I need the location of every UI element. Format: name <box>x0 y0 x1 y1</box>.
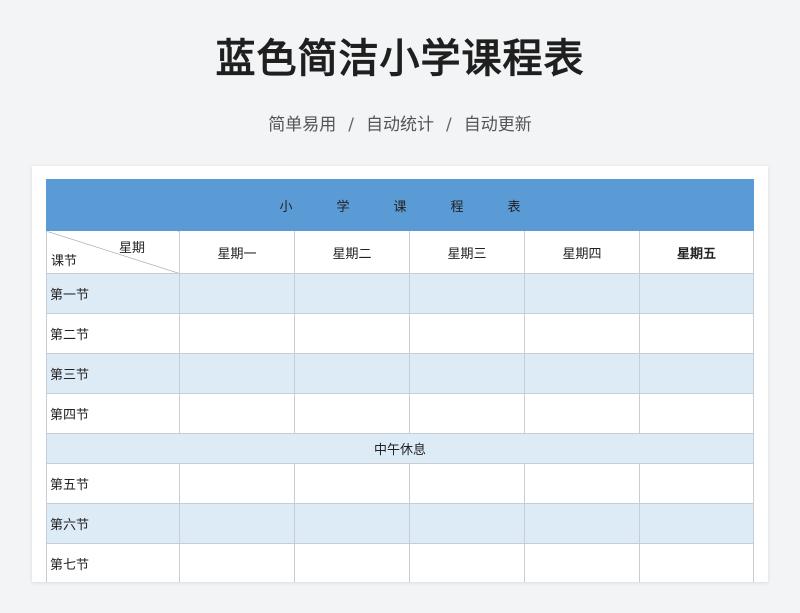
day-header-fri: 星期五 <box>638 230 755 274</box>
schedule-cell[interactable] <box>179 543 295 582</box>
schedule-cell[interactable] <box>179 273 295 314</box>
page-title: 蓝色简洁小学课程表 <box>215 36 585 82</box>
period-label: 第二节 <box>46 313 180 354</box>
schedule-cell[interactable] <box>524 503 640 544</box>
subtitle-item-auto-update: 自动更新 <box>463 115 532 135</box>
period-label: 第一节 <box>46 273 180 314</box>
banner-row: 小学课程表 <box>45 179 755 231</box>
schedule-cell[interactable] <box>179 503 295 544</box>
subtitle-separator: / <box>446 115 452 135</box>
schedule-cell[interactable] <box>638 353 755 394</box>
schedule-cell[interactable] <box>409 503 525 544</box>
schedule-cell[interactable] <box>524 463 640 504</box>
period-label: 第六节 <box>46 503 180 544</box>
schedule-cell[interactable] <box>409 313 525 354</box>
day-header-mon: 星期一 <box>179 230 295 274</box>
schedule-cell[interactable] <box>294 273 410 314</box>
period-row: 第三节 <box>46 353 755 394</box>
period-row: 第一节 <box>46 273 755 314</box>
schedule-cell[interactable] <box>294 503 410 544</box>
schedule-cell[interactable] <box>409 393 525 434</box>
schedule-cell[interactable] <box>638 273 755 314</box>
period-label: 第三节 <box>46 353 180 394</box>
schedule-cell[interactable] <box>524 353 640 394</box>
schedule-cell[interactable] <box>294 463 410 504</box>
period-label: 第四节 <box>46 393 180 434</box>
period-row: 第二节 <box>46 313 755 354</box>
banner-char: 课 <box>393 199 407 215</box>
schedule-cell[interactable] <box>409 273 525 314</box>
period-label: 第五节 <box>46 463 180 504</box>
schedule-cell[interactable] <box>409 463 525 504</box>
schedule-cell[interactable] <box>294 543 410 582</box>
schedule-cell[interactable] <box>179 313 295 354</box>
period-row: 第四节 <box>46 393 755 434</box>
schedule-cell[interactable] <box>638 313 755 354</box>
schedule-cell[interactable] <box>294 393 410 434</box>
schedule-cell[interactable] <box>409 543 525 582</box>
lunch-break-label: 中午休息 <box>45 433 755 464</box>
schedule-table: 小 学 课 程 表 星期 课节 星期一 星期二 星期三 星期四 星期五 第一节 第二节 <box>45 179 755 582</box>
banner-char: 学 <box>336 199 350 215</box>
period-row: 第六节 <box>46 503 755 544</box>
header-row: 星期 课节 星期一 星期二 星期三 星期四 星期五 <box>46 230 755 274</box>
subtitle-separator: / <box>348 115 354 135</box>
corner-cell: 星期 课节 <box>46 230 180 274</box>
corner-period-label: 课节 <box>51 254 78 269</box>
period-row: 第七节 <box>46 543 755 582</box>
schedule-cell[interactable] <box>638 393 755 434</box>
schedule-cell[interactable] <box>638 503 755 544</box>
schedule-cell[interactable] <box>524 543 640 582</box>
schedule-banner: 小学课程表 <box>45 179 755 231</box>
period-row: 第五节 <box>46 463 755 504</box>
subtitle-item-auto-stats: 自动统计 <box>366 115 434 135</box>
banner-char: 表 <box>507 199 521 215</box>
schedule-cell[interactable] <box>179 393 295 434</box>
schedule-card: 小 学 课 程 表 星期 课节 星期一 星期二 星期三 星期四 星期五 第一节 第二节 <box>32 166 768 582</box>
banner-char: 小 <box>279 199 293 215</box>
schedule-cell[interactable] <box>524 393 640 434</box>
day-header-tue: 星期二 <box>294 230 410 274</box>
schedule-cell[interactable] <box>638 463 755 504</box>
schedule-cell[interactable] <box>179 463 295 504</box>
day-header-thu: 星期四 <box>524 230 640 274</box>
subtitle: 简单易用 / 自动统计 / 自动更新 <box>0 112 800 138</box>
lunch-row: 中午休息 <box>45 433 755 464</box>
day-header-wed: 星期三 <box>409 230 525 274</box>
schedule-cell[interactable] <box>294 353 410 394</box>
schedule-cell[interactable] <box>638 543 755 582</box>
banner-char: 程 <box>450 199 464 215</box>
schedule-cell[interactable] <box>524 313 640 354</box>
period-label: 第七节 <box>46 543 180 582</box>
corner-weekday-label: 星期 <box>118 241 145 256</box>
schedule-cell[interactable] <box>409 353 525 394</box>
subtitle-item-easy: 简单易用 <box>268 115 337 135</box>
schedule-cell[interactable] <box>179 353 295 394</box>
schedule-cell[interactable] <box>294 313 410 354</box>
schedule-cell[interactable] <box>524 273 640 314</box>
